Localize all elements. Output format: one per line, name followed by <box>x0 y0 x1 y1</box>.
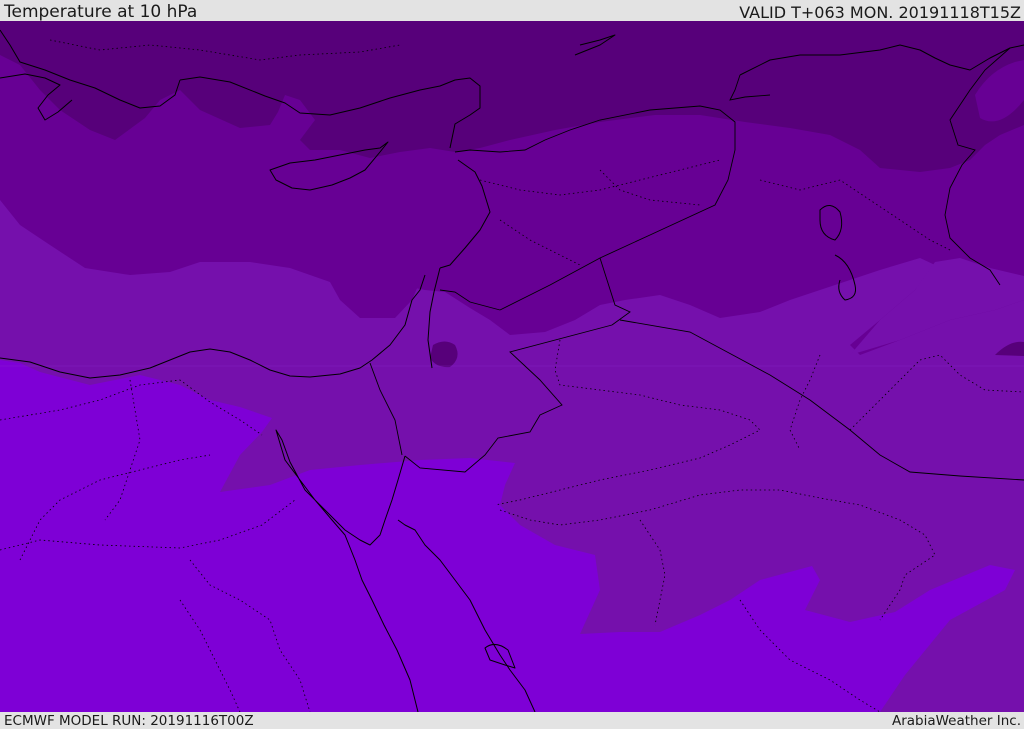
header-bar: Temperature at 10 hPa VALID T+063 MON. 2… <box>0 0 1024 22</box>
footer-bar: ECMWF MODEL RUN: 20191116T00Z ArabiaWeat… <box>0 712 1024 729</box>
model-run-label: ECMWF MODEL RUN: 20191116T00Z <box>4 713 254 729</box>
valid-time: VALID T+063 MON. 20191118T15Z <box>739 3 1021 22</box>
temperature-map <box>0 21 1024 712</box>
brand-label: ArabiaWeather Inc. <box>891 713 1021 729</box>
map-title: Temperature at 10 hPa <box>4 2 198 22</box>
